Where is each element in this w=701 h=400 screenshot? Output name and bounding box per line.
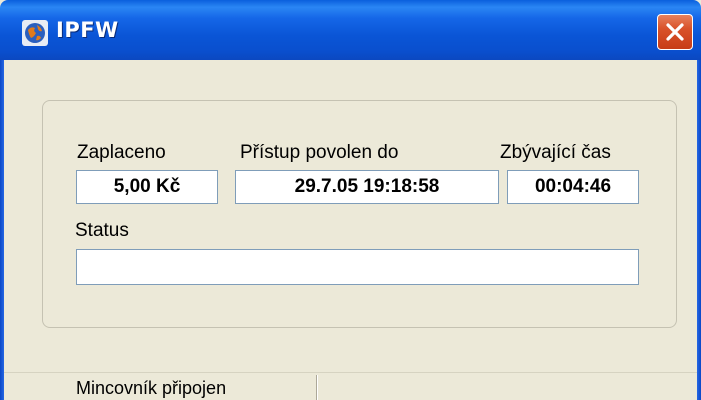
status-field xyxy=(76,249,639,285)
access-until-label: Přístup povolen do xyxy=(240,142,399,163)
globe-icon xyxy=(22,20,48,46)
paid-label: Zaplaceno xyxy=(77,142,166,163)
window-border-left xyxy=(0,60,4,400)
paid-amount-field: 5,00 Kč xyxy=(76,170,218,204)
window-border-right xyxy=(697,60,701,400)
close-button[interactable] xyxy=(657,14,693,50)
remaining-time-field: 00:04:46 xyxy=(507,170,639,204)
title-bar[interactable]: IPFW xyxy=(0,0,701,60)
status-label: Status xyxy=(75,220,129,241)
ipfw-window: IPFW Zaplaceno 5,00 Kč Přístup povolen d… xyxy=(0,0,701,400)
status-bar-text: Mincovník připojen xyxy=(76,378,227,398)
access-until-field: 29.7.05 19:18:58 xyxy=(235,170,499,204)
window-title: IPFW xyxy=(56,18,119,42)
remaining-time-label: Zbývající čas xyxy=(500,142,611,163)
close-icon xyxy=(666,23,684,41)
info-group-frame xyxy=(42,100,677,328)
